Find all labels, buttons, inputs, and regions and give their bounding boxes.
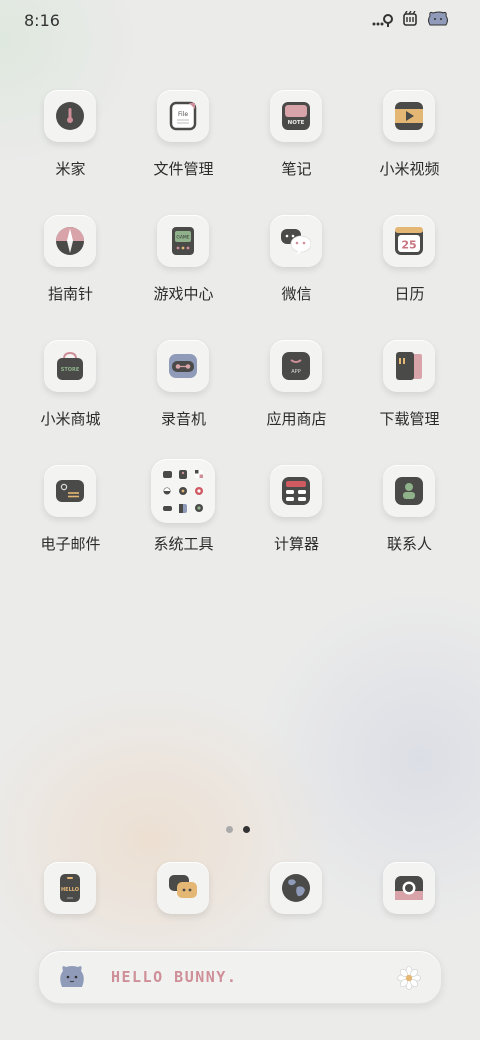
app-calculator[interactable]: 计算器 <box>240 463 353 573</box>
app-icon[interactable] <box>44 90 96 142</box>
app-icon[interactable] <box>383 340 435 392</box>
app-label: 日历 <box>394 285 425 303</box>
cassette-icon <box>168 351 198 381</box>
app-icon[interactable] <box>44 465 96 517</box>
dock-camera[interactable] <box>353 862 466 918</box>
video-play-icon <box>394 101 424 131</box>
shopping-bag-icon: STORE <box>55 351 85 381</box>
phone-icon-text: HELLO <box>61 887 79 893</box>
app-icon[interactable]: STORE <box>44 340 96 392</box>
file-icon: File <box>168 101 198 131</box>
app-wechat[interactable]: 微信 <box>240 213 353 323</box>
flower-icon[interactable] <box>397 966 421 994</box>
app-icon[interactable] <box>157 340 209 392</box>
page-dot-1[interactable] <box>226 826 233 833</box>
app-label: 计算器 <box>273 535 319 553</box>
app-icon[interactable]: APP <box>270 340 322 392</box>
app-icon[interactable]: File <box>157 90 209 142</box>
calculator-icon <box>281 476 311 506</box>
app-contacts[interactable]: 联系人 <box>353 463 466 573</box>
browser-globe-icon <box>281 873 311 903</box>
phone-icon: HELLO <box>55 873 85 903</box>
app-label: 米家 <box>55 160 86 178</box>
app-store-icon-text: APP <box>291 369 300 375</box>
status-bar: 8:16 <box>0 0 480 42</box>
camera-icon <box>394 873 424 903</box>
app-icon[interactable] <box>270 465 322 517</box>
app-icon[interactable] <box>157 862 209 914</box>
file-icon-text: File <box>178 111 188 118</box>
mail-icon <box>55 476 85 506</box>
status-time: 8:16 <box>24 11 60 30</box>
app-icon[interactable]: HELLO <box>44 862 96 914</box>
app-label: 联系人 <box>386 535 432 553</box>
app-app-store[interactable]: APP 应用商店 <box>240 338 353 448</box>
dock-phone[interactable]: HELLO <box>14 862 127 918</box>
app-icon[interactable] <box>44 215 96 267</box>
app-label: 微信 <box>281 285 312 303</box>
app-store-icon: APP <box>281 351 311 381</box>
game-console-icon: GAME <box>168 226 198 256</box>
app-label: 应用商店 <box>266 410 327 428</box>
dock: HELLO <box>14 862 466 918</box>
app-icon[interactable]: NOTE <box>270 90 322 142</box>
app-label: 电子邮件 <box>40 535 101 553</box>
contact-icon <box>394 476 424 506</box>
page-dot-2[interactable] <box>243 826 250 833</box>
app-calendar[interactable]: 25 日历 <box>353 213 466 323</box>
battery-icon <box>402 11 418 27</box>
search-widget[interactable]: HELLO BUNNY. <box>38 950 442 1004</box>
app-recorder[interactable]: 录音机 <box>127 338 240 448</box>
wifi-icon <box>372 11 394 27</box>
bunny-icon <box>426 10 450 28</box>
dock-messages[interactable] <box>127 862 240 918</box>
app-icon[interactable] <box>383 465 435 517</box>
app-mi-store[interactable]: STORE 小米商城 <box>14 338 127 448</box>
game-icon-text: GAME <box>176 235 189 241</box>
app-label: 系统工具 <box>153 535 214 553</box>
app-label: 文件管理 <box>153 160 214 178</box>
app-icon[interactable] <box>383 862 435 914</box>
calendar-icon: 25 <box>394 226 424 256</box>
app-file-manager[interactable]: File 文件管理 <box>127 88 240 198</box>
note-icon: NOTE <box>281 101 311 131</box>
app-notes[interactable]: NOTE 笔记 <box>240 88 353 198</box>
message-icon <box>168 873 198 903</box>
app-mijia[interactable]: 米家 <box>14 88 127 198</box>
app-icon[interactable] <box>270 862 322 914</box>
app-mi-video[interactable]: 小米视频 <box>353 88 466 198</box>
app-email[interactable]: 电子邮件 <box>14 463 127 573</box>
app-icon[interactable]: GAME <box>157 215 209 267</box>
app-downloads[interactable]: 下载管理 <box>353 338 466 448</box>
thermometer-icon <box>55 101 85 131</box>
app-system-tools[interactable]: 系统工具 <box>127 459 240 573</box>
folder-icon[interactable] <box>151 459 215 523</box>
chat-bubble-icon <box>281 226 311 256</box>
bunny-icon <box>57 963 87 995</box>
calendar-icon-text: 25 <box>401 239 416 252</box>
book-icon <box>394 351 424 381</box>
app-game-center[interactable]: GAME 游戏中心 <box>127 213 240 323</box>
store-icon-text: STORE <box>61 367 80 373</box>
page-indicator[interactable] <box>226 826 250 833</box>
compass-icon <box>55 226 85 256</box>
search-text: HELLO BUNNY. <box>111 968 238 986</box>
app-label: 小米商城 <box>40 410 101 428</box>
dock-browser[interactable] <box>240 862 353 918</box>
app-label: 小米视频 <box>379 160 440 178</box>
app-label: 指南针 <box>47 285 93 303</box>
app-label: 笔记 <box>281 160 312 178</box>
app-label: 录音机 <box>160 410 206 428</box>
app-icon[interactable] <box>383 90 435 142</box>
app-label: 下载管理 <box>379 410 440 428</box>
app-icon[interactable] <box>270 215 322 267</box>
app-compass[interactable]: 指南针 <box>14 213 127 323</box>
note-icon-text: NOTE <box>288 120 305 126</box>
app-icon[interactable]: 25 <box>383 215 435 267</box>
app-label: 游戏中心 <box>153 285 214 303</box>
